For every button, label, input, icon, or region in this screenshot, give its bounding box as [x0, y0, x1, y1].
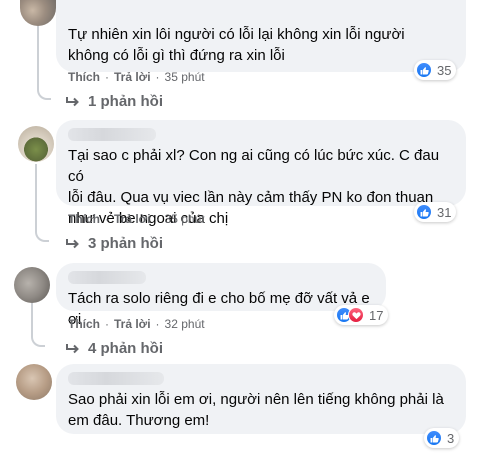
reaction-count: 3: [447, 430, 455, 446]
comment-bubble: Tự nhiên xin lôi người có lỗi lại không …: [56, 0, 466, 72]
view-replies-link[interactable]: 3 phản hồi: [66, 235, 163, 252]
avatar[interactable]: [14, 267, 50, 303]
view-replies-link[interactable]: 4 phản hồi: [66, 340, 163, 357]
reply-arrow-icon: [66, 238, 79, 248]
view-replies-link[interactable]: 1 phản hồi: [66, 93, 163, 110]
reply-button[interactable]: Trả lời: [114, 212, 151, 226]
reply-arrow-icon: [66, 343, 79, 353]
comment-text: Sao phải xin lỗi em ơi, người nên lên ti…: [68, 391, 444, 429]
replies-count: 4 phản hồi: [88, 340, 163, 357]
replies-count: 3 phản hồi: [88, 235, 163, 252]
reply-button[interactable]: Trả lời: [114, 70, 151, 84]
avatar[interactable]: [20, 0, 56, 26]
comment-timestamp[interactable]: 35 phút: [165, 70, 205, 84]
author-name[interactable]: [68, 128, 156, 141]
like-icon: [426, 430, 442, 446]
thread-curve: [37, 86, 51, 100]
reaction-count: 35: [437, 62, 452, 78]
comment-bubble: Sao phải xin lỗi em ơi, người nên lên ti…: [56, 364, 466, 434]
thread-line: [37, 26, 39, 88]
comment-text: Tự nhiên xin lôi người có lỗi lại không …: [68, 26, 405, 64]
love-icon: [348, 307, 364, 323]
avatar[interactable]: [16, 364, 52, 400]
avatar[interactable]: [18, 126, 54, 162]
reaction-count: 31: [437, 204, 452, 220]
like-icon: [416, 204, 432, 220]
reaction-count: 17: [369, 307, 384, 323]
replies-count: 1 phản hồi: [88, 93, 163, 110]
comment-bubble: Tách ra solo riêng đi e cho bố mẹ đỡ vất…: [56, 263, 386, 328]
reaction-summary[interactable]: 3: [424, 428, 460, 448]
reply-button[interactable]: Trả lời: [114, 317, 151, 331]
author-name[interactable]: [68, 372, 164, 385]
thread-line: [31, 303, 33, 335]
reply-arrow-icon: [66, 96, 79, 106]
thread-curve: [31, 333, 45, 347]
author-name[interactable]: [68, 271, 146, 284]
like-icon: [416, 62, 432, 78]
thread-line: [35, 164, 37, 230]
reaction-summary[interactable]: 17: [334, 305, 389, 325]
reaction-summary[interactable]: 31: [414, 202, 457, 222]
like-button[interactable]: Thích: [68, 212, 100, 226]
comment-actions: Thích · Trả lời · 35 phút: [68, 70, 205, 84]
like-button[interactable]: Thích: [68, 317, 100, 331]
comment-actions: Thích · Trả lời · 35 phút: [68, 212, 205, 226]
comment-bubble: Tại sao c phải xl? Con ng ai cũng có lúc…: [56, 120, 466, 227]
reaction-summary[interactable]: 35: [414, 60, 457, 80]
thread-curve: [35, 228, 49, 242]
comment-timestamp[interactable]: 32 phút: [165, 317, 205, 331]
comment-timestamp[interactable]: 35 phút: [165, 212, 205, 226]
comment-actions: Thích · Trả lời · 32 phút: [68, 317, 205, 331]
like-button[interactable]: Thích: [68, 70, 100, 84]
